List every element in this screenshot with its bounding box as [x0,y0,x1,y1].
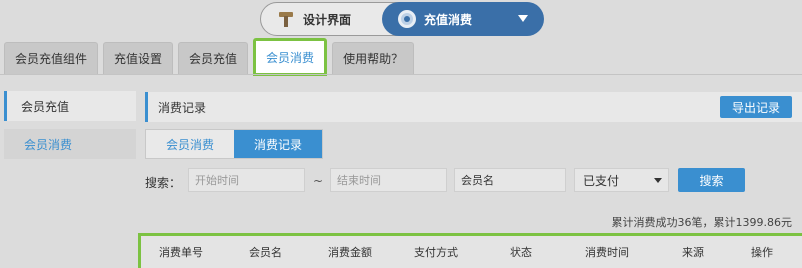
tab-label: 会员充值组件 [15,52,88,66]
tab-member-consumption[interactable]: 会员消费 [253,38,328,76]
design-view-label: 设计界面 [303,12,352,27]
sidebar-item-member-consumption[interactable]: 会员消费 [4,129,136,159]
column-header: 消费单号 [159,246,203,259]
sidebar: 会员充值 会员消费 [4,91,136,159]
tab-label: 充值设置 [114,52,163,66]
consumption-summary: 累计消费成功36笔，累计1399.86元 [611,216,792,229]
column-header: 会员名 [249,246,282,259]
tool-icon [277,10,295,28]
design-view-button[interactable]: 设计界面 [261,3,383,35]
search-button[interactable]: 搜索 [678,168,745,192]
table-header: 消费单号 会员名 消费金额 支付方式 状态 消费时间 来源 操作 [138,233,802,268]
recharge-view-button[interactable]: 充值消费 [382,2,544,36]
column-header: 消费金额 [328,246,372,259]
column-header: 来源 [682,246,704,259]
tab-recharge-widget[interactable]: 会员充值组件 [4,42,99,74]
view-switch: 设计界面 充值消费 [260,2,544,36]
search-label: 搜索： [145,176,182,190]
column-header: 操作 [751,246,773,259]
tab-label: 会员消费 [266,50,315,65]
status-select[interactable]: 已支付 [574,168,669,192]
chevron-down-icon[interactable] [518,15,528,22]
tab-label: 使用帮助？ [343,52,404,66]
tab-label: 会员充值 [189,52,238,66]
tab-help[interactable]: 使用帮助？ [332,42,415,74]
page-title: 消费记录 [158,100,207,115]
range-separator: ~ [313,174,324,188]
member-name-input[interactable]: 会员名 [454,168,566,192]
tab-divider [0,74,802,75]
start-time-input[interactable]: 开始时间 [188,168,305,192]
column-header: 状态 [510,246,532,259]
gear-icon [398,10,416,28]
sidebar-item-member-recharge[interactable]: 会员充值 [4,91,136,121]
tab-member-recharge[interactable]: 会员充值 [178,42,249,74]
column-header: 消费时间 [585,246,629,259]
sidebar-item-label: 会员消费 [24,137,73,152]
column-header: 支付方式 [414,246,458,259]
section-header: 消费记录 导出记录 [145,92,802,122]
tab-recharge-settings[interactable]: 充值设置 [103,42,174,74]
main-tabs: 会员充值组件 充值设置 会员充值 会员消费 使用帮助？ [4,38,415,76]
recharge-view-label: 充值消费 [424,12,473,27]
record-type-switch: 会员消费 消费记录 [145,129,323,159]
export-records-button[interactable]: 导出记录 [719,96,792,118]
tab-consumption-records[interactable]: 消费记录 [234,130,322,158]
status-select-value: 已支付 [583,173,620,188]
tab-member-consumption-sub[interactable]: 会员消费 [146,130,234,158]
chevron-down-icon [654,178,662,183]
sidebar-item-label: 会员充值 [21,99,70,114]
end-time-input[interactable]: 结束时间 [330,168,447,192]
